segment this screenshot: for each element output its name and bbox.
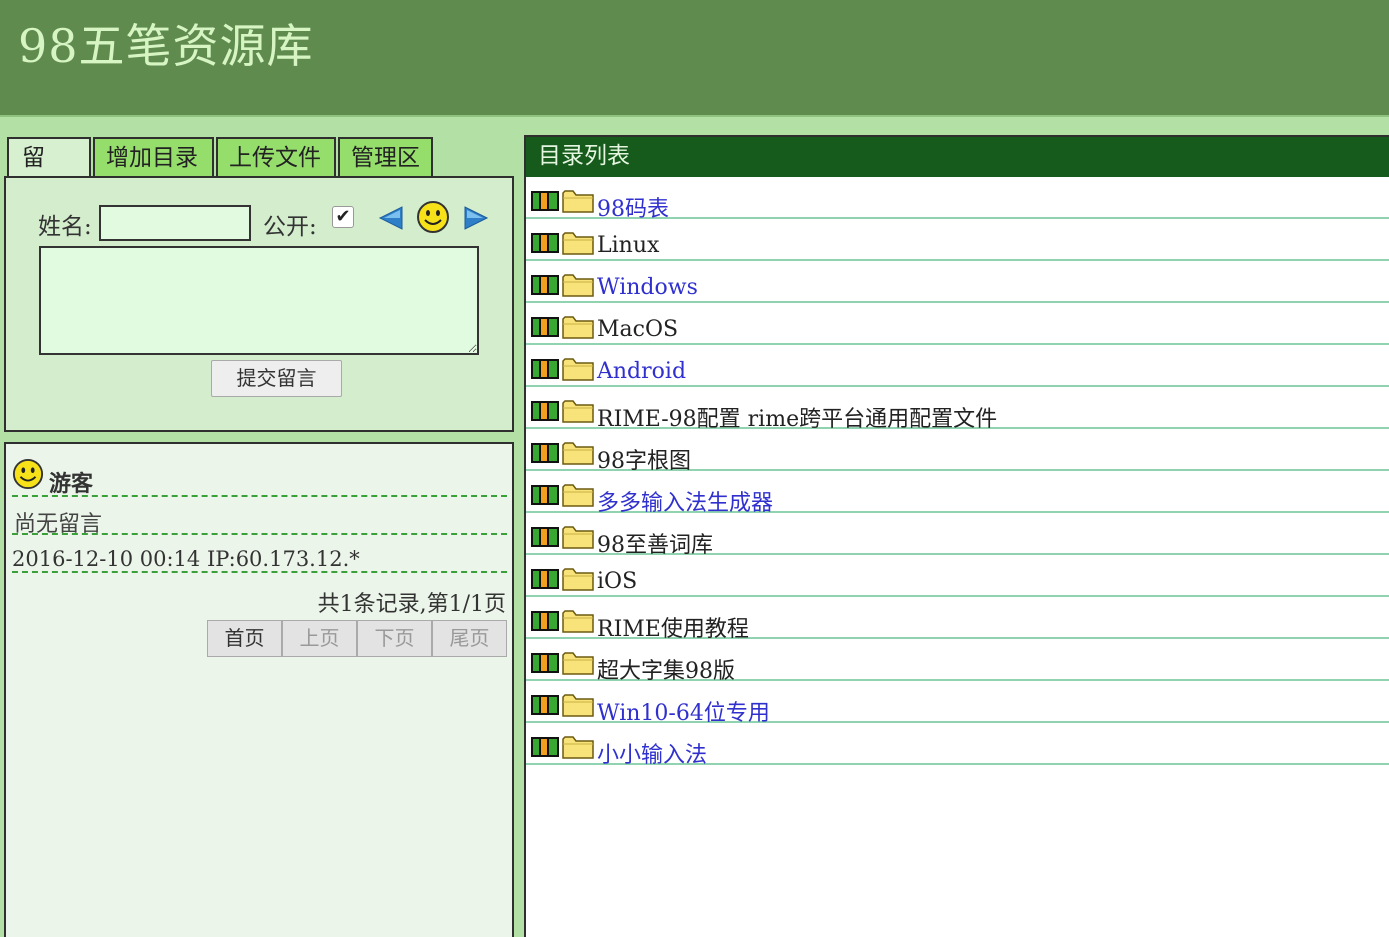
bar-icon: [530, 316, 560, 342]
folder-icon: [562, 314, 594, 344]
bar-icon: [530, 190, 560, 216]
first-page-button[interactable]: 首页: [207, 620, 282, 657]
directory-panel: 目录列表 98码表 Linux Windows MacOS Android RIME-98…: [524, 135, 1389, 937]
directory-name[interactable]: iOS: [597, 569, 637, 594]
public-label: 公开:: [263, 214, 317, 240]
bar-icon: [530, 484, 560, 510]
directory-row[interactable]: 超大字集98版: [526, 639, 1389, 684]
bar-icon: [530, 694, 560, 720]
tab-add-directory[interactable]: 增加目录: [93, 137, 214, 178]
folder-icon: [562, 356, 594, 386]
directory-name[interactable]: 小小输入法: [597, 737, 707, 769]
folder-icon: [562, 566, 594, 596]
name-label: 姓名:: [38, 214, 92, 240]
bar-icon: [530, 610, 560, 636]
folder-icon: [562, 650, 594, 680]
smiley-icon: [12, 458, 44, 490]
message-form: 姓名: 公开: ✔ 提交留言: [4, 176, 514, 432]
directory-row[interactable]: 小小输入法: [526, 723, 1389, 768]
divider: [12, 533, 507, 535]
bar-icon: [530, 736, 560, 762]
folder-icon: [562, 188, 594, 218]
directory-row[interactable]: RIME使用教程: [526, 597, 1389, 642]
directory-row[interactable]: Windows: [526, 261, 1389, 303]
bar-icon: [530, 400, 560, 426]
pager: 首页 上页 下页 尾页: [207, 620, 507, 657]
directory-row[interactable]: 98至善词库: [526, 513, 1389, 558]
directory-name[interactable]: Windows: [597, 275, 698, 300]
tab-message[interactable]: 留 言: [7, 137, 91, 209]
public-checkbox[interactable]: ✔: [332, 206, 354, 228]
bar-icon: [530, 274, 560, 300]
folder-icon: [562, 398, 594, 428]
bar-icon: [530, 232, 560, 258]
name-input[interactable]: [99, 205, 251, 241]
directory-name[interactable]: Linux: [597, 233, 659, 258]
folder-icon: [562, 734, 594, 764]
directory-row[interactable]: Linux: [526, 219, 1389, 261]
divider: [12, 495, 507, 497]
site-header: 98五笔资源库: [0, 0, 1389, 117]
directory-list: 98码表 Linux Windows MacOS Android RIME-98配置 ri…: [526, 177, 1389, 768]
folder-icon: [562, 692, 594, 722]
directory-row[interactable]: iOS: [526, 555, 1389, 597]
directory-row[interactable]: 多多输入法生成器: [526, 471, 1389, 516]
submit-message-button[interactable]: 提交留言: [211, 360, 342, 397]
folder-icon: [562, 230, 594, 260]
bar-icon: [530, 526, 560, 552]
bar-icon: [530, 442, 560, 468]
last-page-button[interactable]: 尾页: [432, 620, 507, 657]
folder-icon: [562, 440, 594, 470]
folder-icon: [562, 482, 594, 512]
directory-name[interactable]: Android: [597, 359, 686, 384]
directory-title: 目录列表: [526, 137, 1389, 177]
directory-row[interactable]: MacOS: [526, 303, 1389, 345]
left-arrow-icon[interactable]: [376, 204, 406, 232]
directory-row[interactable]: 98字根图: [526, 429, 1389, 474]
directory-name[interactable]: MacOS: [597, 317, 678, 342]
tab-upload-file[interactable]: 上传文件: [216, 137, 336, 178]
next-page-button[interactable]: 下页: [357, 620, 432, 657]
folder-icon: [562, 608, 594, 638]
tab-admin[interactable]: 管理区: [338, 137, 433, 178]
divider: [12, 571, 507, 573]
bar-icon: [530, 358, 560, 384]
folder-icon: [562, 524, 594, 554]
folder-icon: [562, 272, 594, 302]
message-author: 游客: [49, 471, 94, 497]
site-title: 98五笔资源库: [18, 19, 314, 73]
message-textarea[interactable]: [39, 246, 479, 355]
prev-page-button[interactable]: 上页: [282, 620, 357, 657]
pager-info: 共1条记录,第1/1页: [317, 592, 506, 617]
directory-row[interactable]: Android: [526, 345, 1389, 387]
directory-row[interactable]: RIME-98配置 rime跨平台通用配置文件: [526, 387, 1389, 432]
message-meta: 2016-12-10 00:14 IP:60.173.12.*: [12, 547, 360, 571]
right-arrow-icon[interactable]: [461, 204, 491, 232]
directory-row[interactable]: Win10-64位专用: [526, 681, 1389, 726]
message-list: 游客 尚无留言 2016-12-10 00:14 IP:60.173.12.* …: [4, 442, 514, 937]
bar-icon: [530, 568, 560, 594]
directory-row[interactable]: 98码表: [526, 177, 1389, 222]
bar-icon: [530, 652, 560, 678]
smiley-icon[interactable]: [416, 200, 450, 234]
